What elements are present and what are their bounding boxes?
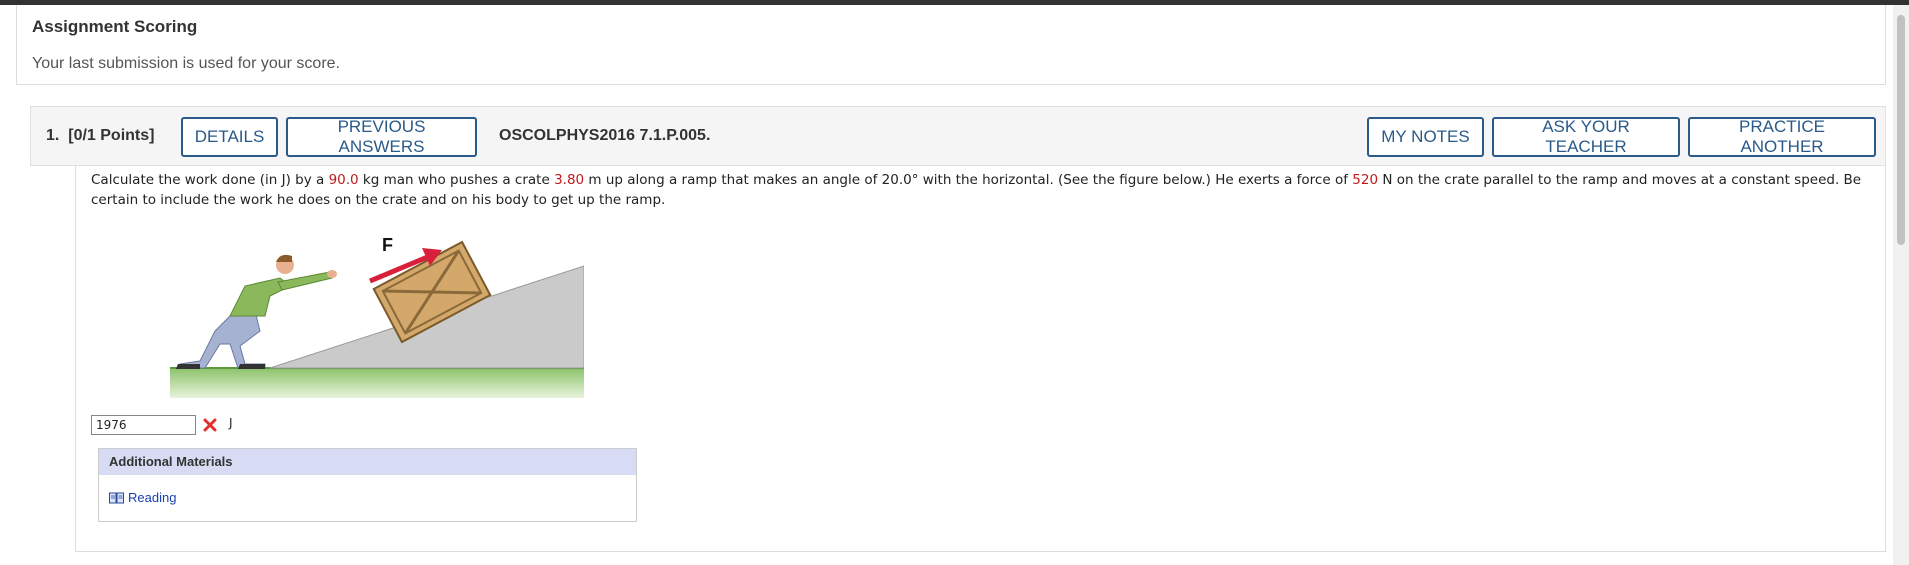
book-icon bbox=[109, 492, 124, 503]
additional-materials-title: Additional Materials bbox=[99, 449, 636, 475]
question-code: OSCOLPHYS2016 7.1.P.005. bbox=[499, 127, 711, 144]
reading-link-label: Reading bbox=[128, 490, 177, 505]
practice-another-button[interactable]: PRACTICE ANOTHER bbox=[1688, 117, 1876, 157]
force-label: F bbox=[382, 235, 393, 255]
scoring-title: Assignment Scoring bbox=[32, 17, 198, 36]
incorrect-x-icon bbox=[203, 418, 217, 432]
question-text: Calculate the work done (in J) by a 90.0… bbox=[91, 171, 1871, 210]
ramp-figure: F bbox=[170, 235, 584, 398]
my-notes-button[interactable]: MY NOTES bbox=[1367, 117, 1484, 157]
question-points: 1. [0/1 Points] bbox=[46, 127, 155, 144]
scrollbar-thumb[interactable] bbox=[1897, 15, 1905, 245]
reading-link[interactable]: Reading bbox=[109, 490, 176, 505]
previous-answers-button[interactable]: PREVIOUS ANSWERS bbox=[286, 117, 477, 157]
answer-unit: J bbox=[229, 416, 233, 430]
question-header: 1. [0/1 Points] DETAILS PREVIOUS ANSWERS… bbox=[30, 106, 1886, 166]
vertical-scrollbar[interactable] bbox=[1893, 5, 1909, 565]
scoring-text: Your last submission is used for your sc… bbox=[32, 55, 340, 72]
distance-value: 3.80 bbox=[554, 172, 585, 188]
mass-value: 90.0 bbox=[328, 172, 359, 188]
question-text-part: kg man who pushes a crate bbox=[358, 172, 555, 188]
answer-input[interactable] bbox=[91, 415, 196, 435]
man bbox=[176, 254, 337, 369]
additional-materials-panel: Additional Materials Reading bbox=[98, 448, 637, 522]
assignment-scoring-panel: Assignment Scoring Your last submission … bbox=[16, 5, 1886, 85]
question-text-part: Calculate the work done (in J) by a bbox=[91, 172, 329, 188]
force-value: 520 bbox=[1352, 172, 1379, 188]
ask-teacher-button[interactable]: ASK YOUR TEACHER bbox=[1492, 117, 1680, 157]
question-body: Calculate the work done (in J) by a 90.0… bbox=[75, 166, 1886, 552]
details-button[interactable]: DETAILS bbox=[181, 117, 278, 157]
question-text-part: m up along a ramp that makes an angle of… bbox=[584, 172, 1353, 188]
ground bbox=[170, 368, 584, 398]
